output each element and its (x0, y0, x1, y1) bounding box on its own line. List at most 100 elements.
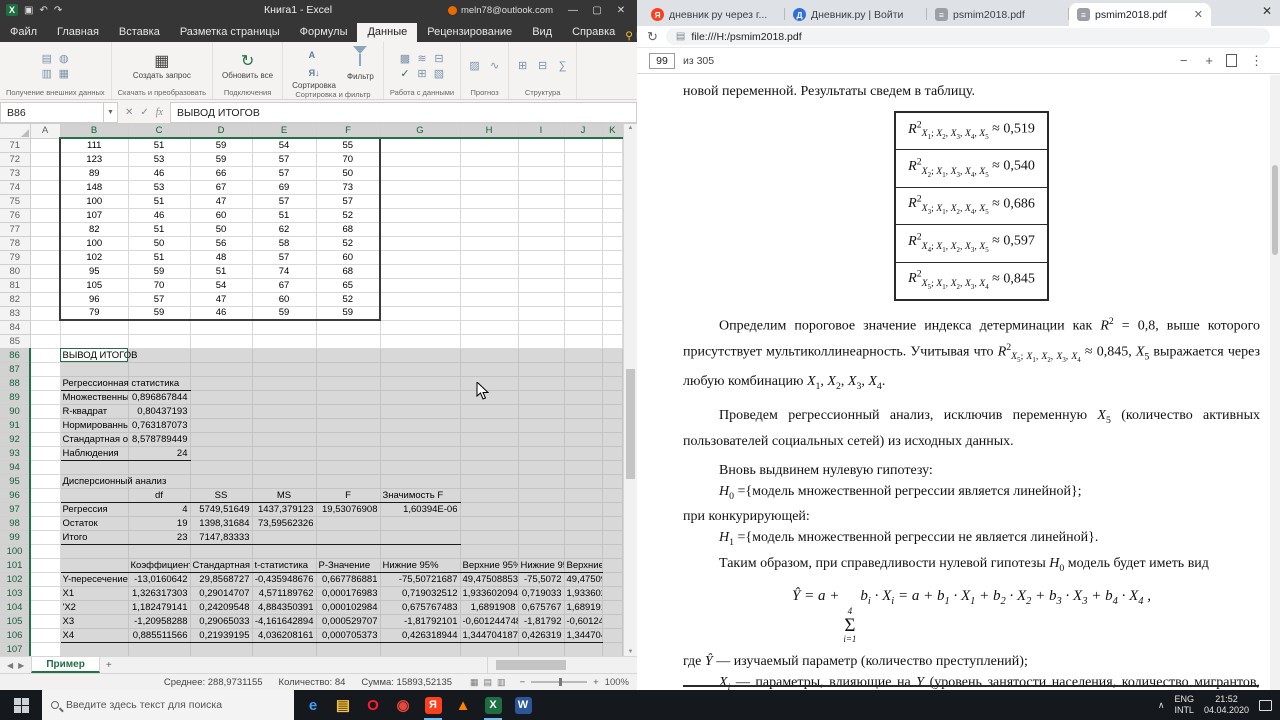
cell-H99[interactable] (460, 530, 519, 545)
cell-K107[interactable] (602, 642, 623, 656)
reload-icon[interactable]: ↻ (647, 30, 658, 43)
cell-E95[interactable] (252, 474, 317, 489)
scrollbar-thumb[interactable] (626, 368, 635, 479)
cell-D79[interactable]: 48 (190, 250, 253, 265)
cell-H79[interactable] (460, 250, 519, 265)
cell-D90[interactable] (190, 404, 253, 419)
row-header-99[interactable]: 99 (0, 530, 31, 545)
cell-C100[interactable] (128, 544, 191, 559)
language-indicator[interactable]: ENG INTL (1174, 694, 1194, 716)
cell-E83[interactable]: 59 (252, 306, 317, 321)
cell-A82[interactable] (30, 292, 61, 307)
cell-D84[interactable] (190, 320, 253, 335)
cell-K103[interactable] (602, 586, 623, 601)
cell-D96[interactable]: SS (190, 487, 253, 503)
cell-A100[interactable] (30, 544, 61, 559)
cell-G80[interactable] (380, 264, 461, 279)
cell-I95[interactable] (518, 474, 565, 489)
cell-J95[interactable] (564, 474, 603, 489)
zoom-in-icon[interactable]: + (593, 677, 599, 688)
cell-H74[interactable] (460, 180, 519, 195)
cell-B71[interactable]: 111 (59, 137, 129, 153)
browser-tab-1[interactable]: Я дневник ру через г... (643, 3, 785, 26)
cell-B99[interactable]: Итого (60, 530, 129, 545)
cell-C89[interactable]: 0,896867844 (128, 390, 191, 405)
cell-H87[interactable] (460, 362, 519, 377)
more-options-icon[interactable]: ⋮ (1245, 53, 1268, 69)
cell-F83[interactable]: 59 (316, 306, 381, 321)
start-button[interactable] (0, 690, 42, 720)
cell-G91[interactable] (380, 418, 461, 433)
cell-D105[interactable]: 0,29065033 (190, 614, 253, 629)
cell-I80[interactable] (518, 264, 565, 279)
cell-K86[interactable] (602, 348, 623, 363)
cell-J107[interactable] (564, 642, 603, 656)
cell-H104[interactable]: 1,6891908 (460, 600, 519, 615)
cell-H106[interactable]: 1,344704187 (460, 628, 519, 643)
cell-I100[interactable] (518, 544, 565, 559)
cell-I77[interactable] (518, 222, 565, 237)
what-if-icon[interactable]: ▨ (467, 60, 482, 73)
cell-D98[interactable]: 1398,31684 (190, 516, 253, 531)
cell-J73[interactable] (564, 166, 603, 181)
cell-F75[interactable]: 57 (316, 194, 381, 209)
undo-icon[interactable]: ↶ (39, 5, 47, 16)
cell-A77[interactable] (30, 222, 61, 237)
cell-K101[interactable] (602, 558, 623, 573)
formula-bar-input[interactable]: ВЫВОД ИТОГОВ (170, 102, 637, 123)
cell-F98[interactable] (316, 516, 381, 531)
cell-H80[interactable] (460, 264, 519, 279)
cell-F92[interactable] (316, 432, 381, 447)
tab-file[interactable]: Файл (0, 23, 47, 42)
cell-F79[interactable]: 60 (316, 250, 381, 265)
cell-C90[interactable]: 0,80437193 (128, 404, 191, 419)
cell-G94[interactable] (380, 460, 461, 475)
cell-I99[interactable] (518, 530, 565, 545)
cell-D107[interactable] (190, 642, 253, 656)
cell-C86[interactable] (128, 348, 191, 363)
cell-B77[interactable]: 82 (59, 222, 129, 237)
cell-E71[interactable]: 54 (252, 137, 317, 153)
cell-I98[interactable] (518, 516, 565, 531)
cell-C77[interactable]: 51 (128, 222, 191, 237)
cell-I94[interactable] (518, 460, 565, 475)
cell-G89[interactable] (380, 390, 461, 405)
cell-I97[interactable] (518, 502, 565, 517)
sheet-prev-icon[interactable]: ◀ (7, 661, 13, 670)
cell-I90[interactable] (518, 404, 565, 419)
cell-K79[interactable] (602, 250, 623, 265)
tab-page-layout[interactable]: Разметка страницы (170, 23, 290, 42)
cell-E78[interactable]: 58 (252, 236, 317, 251)
cell-C73[interactable]: 46 (128, 166, 191, 181)
cell-E72[interactable]: 57 (252, 152, 317, 167)
cell-F102[interactable]: 0,667786881 (316, 572, 381, 587)
cell-E81[interactable]: 67 (252, 278, 317, 293)
scroll-down-icon[interactable]: ▼ (624, 649, 637, 655)
cell-J77[interactable] (564, 222, 603, 237)
cell-K77[interactable] (602, 222, 623, 237)
cell-D81[interactable]: 54 (190, 278, 253, 293)
cell-J76[interactable] (564, 208, 603, 223)
sheet-next-icon[interactable]: ▶ (18, 661, 24, 670)
cell-F101[interactable]: P-Значение (316, 557, 381, 573)
cell-E106[interactable]: 4,036208161 (252, 628, 317, 643)
pdf-scrollbar[interactable] (1270, 75, 1280, 690)
sort-button[interactable]: А Я↓ Сортировка (289, 45, 339, 91)
cell-E73[interactable]: 57 (252, 166, 317, 181)
cell-F88[interactable] (316, 376, 381, 391)
cell-A93[interactable] (30, 446, 61, 461)
cell-C76[interactable]: 46 (128, 208, 191, 223)
cell-G90[interactable] (380, 404, 461, 419)
tab-help[interactable]: Справка (562, 23, 625, 42)
col-header-D[interactable]: D (190, 124, 253, 139)
text-to-columns-icon[interactable]: ▩ (397, 53, 412, 66)
cell-G97[interactable]: 1,60394E-06 (380, 502, 461, 517)
select-all-corner[interactable] (0, 124, 31, 139)
remove-duplicates-icon[interactable]: ⊟ (431, 53, 446, 66)
cell-A83[interactable] (30, 306, 61, 321)
cell-C78[interactable]: 50 (128, 236, 191, 251)
cell-I86[interactable] (518, 348, 565, 363)
group-icon[interactable]: ⊞ (515, 60, 530, 73)
cell-C71[interactable]: 51 (128, 137, 191, 153)
cell-F89[interactable] (316, 390, 381, 405)
